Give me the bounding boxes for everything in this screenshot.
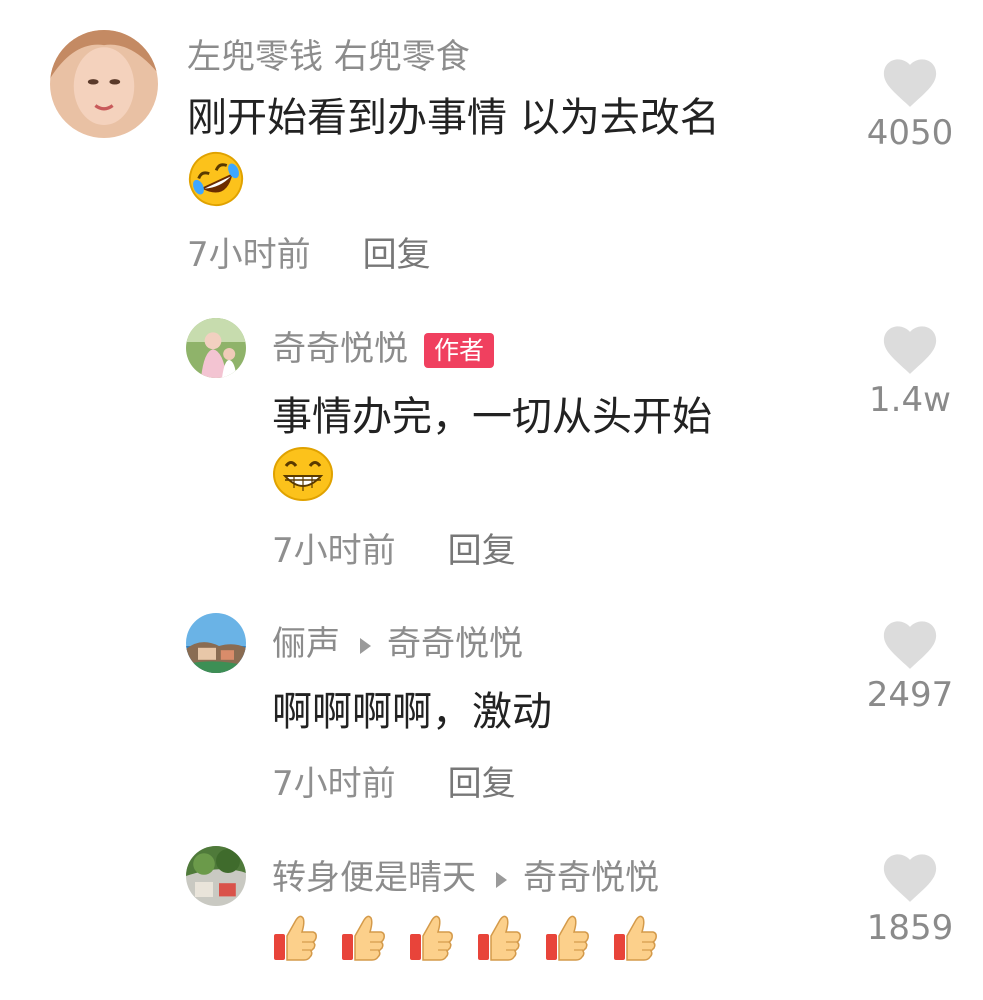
avatar[interactable] xyxy=(186,318,246,378)
avatar[interactable] xyxy=(50,30,158,138)
comment-text: 啊啊啊啊，激动 xyxy=(272,689,552,735)
comment-text: 刚开始看到办事情 以为去改名 xyxy=(187,95,720,141)
comment-text: 事情办完，一切从头开始 xyxy=(272,394,712,440)
username[interactable]: 转身便是晴天 奇奇悦悦 xyxy=(272,861,659,895)
emoji-row xyxy=(272,912,680,968)
rolling-laughing-emoji xyxy=(187,150,245,212)
reply-arrow-icon xyxy=(496,871,507,888)
reply-to-username[interactable]: 奇奇悦悦 xyxy=(523,858,659,898)
username[interactable]: 奇奇悦悦 作者 xyxy=(272,329,495,369)
reply-button[interactable]: 回复 xyxy=(448,531,516,571)
timestamp: 7小时前 xyxy=(272,531,396,571)
avatar[interactable] xyxy=(186,846,246,906)
username-text[interactable]: 转身便是晴天 xyxy=(272,858,476,898)
like-count: 1859 xyxy=(866,908,954,948)
thumbs-up-emoji xyxy=(546,915,589,961)
like-control: 1859 xyxy=(855,853,965,945)
username-text[interactable]: 奇奇悦悦 xyxy=(272,329,408,369)
like-control: 2497 xyxy=(855,620,965,712)
like-control: 1.4w xyxy=(855,325,965,417)
reply-button[interactable]: 回复 xyxy=(363,235,431,275)
thumbs-up-emoji xyxy=(614,915,657,961)
heart-icon[interactable] xyxy=(882,58,938,108)
thumbs-up-emoji xyxy=(274,915,317,961)
thumbs-up-emoji xyxy=(410,915,453,961)
username[interactable]: 俪声 奇奇悦悦 xyxy=(272,627,523,661)
comment-meta: 7小时前 回复 xyxy=(272,767,516,801)
like-count: 2497 xyxy=(866,675,954,715)
author-badge: 作者 xyxy=(424,332,495,369)
username-text[interactable]: 俪声 xyxy=(272,624,340,664)
heart-icon[interactable] xyxy=(882,620,938,670)
reply-arrow-icon xyxy=(360,637,371,654)
like-count: 1.4w xyxy=(869,380,951,420)
reply-button[interactable]: 回复 xyxy=(448,764,516,804)
comment-meta: 7小时前 回复 xyxy=(272,534,516,568)
timestamp: 7小时前 xyxy=(187,235,311,275)
thumbs-up-emoji xyxy=(478,915,521,961)
grinning-emoji xyxy=(272,446,334,506)
username[interactable]: 左兜零钱 右兜零食 xyxy=(187,40,470,74)
timestamp: 7小时前 xyxy=(272,764,396,804)
like-count: 4050 xyxy=(866,113,954,153)
heart-icon[interactable] xyxy=(882,853,938,903)
comment-meta: 7小时前 回复 xyxy=(187,238,431,272)
thumbs-up-emoji xyxy=(342,915,385,961)
reply-to-username[interactable]: 奇奇悦悦 xyxy=(387,624,523,664)
heart-icon[interactable] xyxy=(882,325,938,375)
avatar[interactable] xyxy=(186,613,246,673)
like-control: 4050 xyxy=(855,58,965,150)
